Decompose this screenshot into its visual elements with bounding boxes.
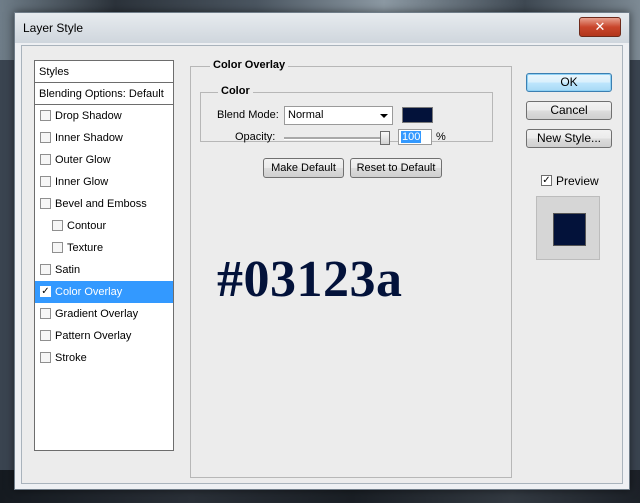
- color-swatch[interactable]: [402, 107, 433, 123]
- style-item-label: Contour: [67, 220, 107, 232]
- outer-glow-checkbox[interactable]: [40, 154, 51, 165]
- style-item-contour[interactable]: Contour: [35, 215, 173, 237]
- opacity-slider-track[interactable]: [284, 137, 388, 140]
- preview-label: Preview: [556, 174, 599, 188]
- style-item-color-overlay[interactable]: ✓ Color Overlay: [35, 281, 173, 303]
- opacity-value: 100: [401, 131, 422, 143]
- color-overlay-title: Color Overlay: [210, 59, 289, 71]
- ok-button[interactable]: OK: [526, 73, 612, 92]
- style-item-inner-shadow[interactable]: Inner Shadow: [35, 127, 173, 149]
- title-bar[interactable]: Layer Style ✕: [15, 13, 629, 43]
- style-item-label: Outer Glow: [55, 154, 111, 166]
- style-item-label: Inner Glow: [55, 176, 109, 188]
- style-item-stroke[interactable]: Stroke: [35, 347, 173, 369]
- styles-list: Styles Blending Options: Default Drop Sh…: [34, 60, 174, 451]
- window-title: Layer Style: [23, 21, 84, 35]
- color-group-title: Color: [218, 85, 253, 97]
- preview-checkbox[interactable]: ✓: [541, 175, 552, 186]
- style-item-label: Stroke: [55, 352, 87, 364]
- opacity-unit: %: [436, 131, 446, 143]
- pattern-overlay-checkbox[interactable]: [40, 330, 51, 341]
- style-item-texture[interactable]: Texture: [35, 237, 173, 259]
- hex-color-annotation: #03123a: [217, 251, 403, 308]
- inner-glow-checkbox[interactable]: [40, 176, 51, 187]
- gradient-overlay-checkbox[interactable]: [40, 308, 51, 319]
- cancel-button[interactable]: Cancel: [526, 101, 612, 120]
- dialog-body: Styles Blending Options: Default Drop Sh…: [21, 45, 623, 484]
- style-item-pattern-overlay[interactable]: Pattern Overlay: [35, 325, 173, 347]
- opacity-slider-thumb[interactable]: [380, 131, 390, 145]
- preview-color-square: [553, 213, 586, 246]
- color-overlay-checkbox[interactable]: ✓: [40, 286, 51, 297]
- styles-header[interactable]: Styles: [35, 61, 173, 83]
- opacity-label: Opacity:: [235, 131, 276, 143]
- drop-shadow-checkbox[interactable]: [40, 110, 51, 121]
- style-item-label: Color Overlay: [55, 286, 123, 298]
- style-item-label: Satin: [55, 264, 81, 276]
- texture-checkbox[interactable]: [52, 242, 63, 253]
- blend-mode-value: Normal: [288, 109, 324, 121]
- style-item-label: Gradient Overlay: [55, 308, 139, 320]
- inner-shadow-checkbox[interactable]: [40, 132, 51, 143]
- bevel-and-emboss-checkbox[interactable]: [40, 198, 51, 209]
- checkmark-icon: ✓: [542, 175, 551, 186]
- layer-style-dialog: Layer Style ✕ Styles Blending Options: D…: [14, 12, 630, 490]
- dropdown-arrow-icon: [380, 114, 388, 118]
- style-item-label: Drop Shadow: [55, 110, 122, 122]
- close-button[interactable]: ✕: [579, 17, 621, 37]
- style-item-inner-glow[interactable]: Inner Glow: [35, 171, 173, 193]
- stroke-checkbox[interactable]: [40, 352, 51, 363]
- satin-checkbox[interactable]: [40, 264, 51, 275]
- new-style-button[interactable]: New Style...: [526, 129, 612, 148]
- style-item-outer-glow[interactable]: Outer Glow: [35, 149, 173, 171]
- reset-to-default-button[interactable]: Reset to Default: [350, 158, 442, 178]
- style-item-label: Pattern Overlay: [55, 330, 132, 342]
- contour-checkbox[interactable]: [52, 220, 63, 231]
- preview-thumbnail: [536, 196, 600, 260]
- blend-mode-label: Blend Mode:: [217, 109, 279, 121]
- style-item-drop-shadow[interactable]: Drop Shadow: [35, 105, 173, 127]
- close-icon: ✕: [594, 19, 606, 34]
- blend-mode-select[interactable]: Normal: [284, 106, 393, 125]
- style-item-gradient-overlay[interactable]: Gradient Overlay: [35, 303, 173, 325]
- opacity-input[interactable]: 100: [398, 129, 432, 145]
- blending-options-item[interactable]: Blending Options: Default: [35, 83, 173, 105]
- style-item-label: Bevel and Emboss: [55, 198, 147, 210]
- style-item-bevel-and-emboss[interactable]: Bevel and Emboss: [35, 193, 173, 215]
- make-default-button[interactable]: Make Default: [263, 158, 344, 178]
- style-item-label: Texture: [67, 242, 104, 254]
- style-item-label: Inner Shadow: [55, 132, 123, 144]
- style-item-satin[interactable]: Satin: [35, 259, 173, 281]
